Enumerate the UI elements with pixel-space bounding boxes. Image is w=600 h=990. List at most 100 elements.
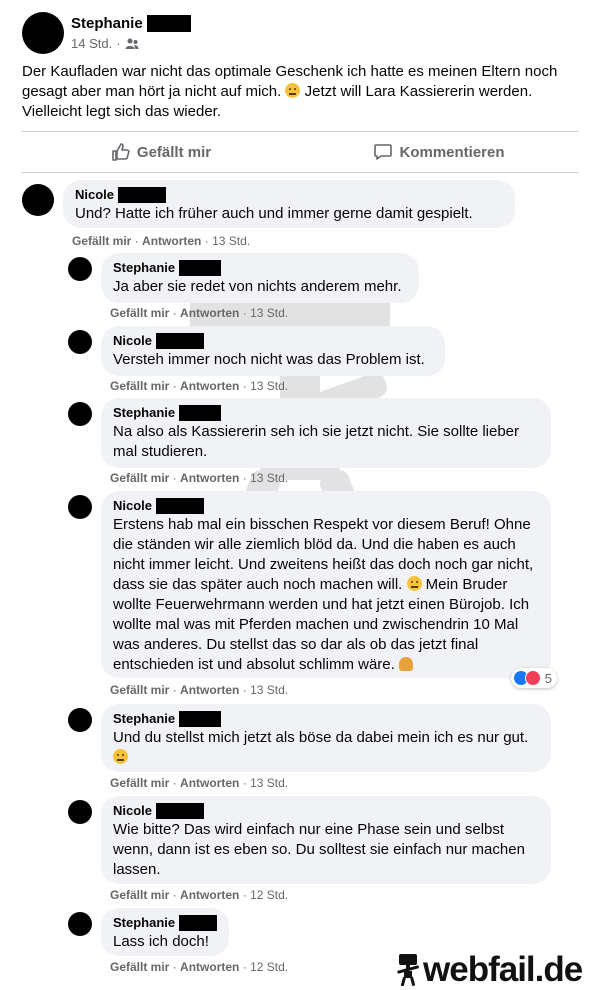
comment-timestamp[interactable]: 12 Std. (250, 888, 288, 902)
post-author[interactable]: Stephanie (71, 15, 191, 32)
separator: · (242, 776, 247, 790)
comment-author[interactable]: Nicole (113, 333, 433, 349)
comment-text: Wie bitte? Das wird einfach nur eine Pha… (113, 821, 525, 878)
comment-text: Und du stellst mich jetzt als böse da da… (113, 728, 539, 768)
avatar[interactable] (68, 495, 92, 519)
comment-like-button[interactable]: Gefällt mir (110, 776, 169, 790)
comment-author-name[interactable]: Stephanie (113, 915, 175, 931)
comment-author[interactable]: Nicole (113, 803, 539, 819)
reaction-count: 5 (544, 670, 552, 686)
comment-author[interactable]: Stephanie (113, 915, 217, 931)
avatar[interactable] (68, 330, 92, 354)
comment-author-name[interactable]: Nicole (75, 187, 114, 203)
comment-timestamp[interactable]: 13 Std. (212, 234, 250, 248)
comment-reply-button[interactable]: Antworten (180, 471, 239, 485)
comment: Nicole Und? Hatte ich früher auch und im… (22, 180, 515, 228)
redaction-bar (179, 711, 222, 727)
comment-author-name[interactable]: Nicole (113, 333, 152, 349)
comment-reply: Stephanie Ja aber sie redet von nichts a… (68, 253, 419, 303)
comment-reply-button[interactable]: Antworten (180, 960, 239, 974)
comment-timestamp[interactable]: 13 Std. (250, 683, 288, 697)
webfail-watermark: webfail.de (395, 950, 583, 990)
confused-face-emoji-icon (113, 749, 128, 764)
avatar[interactable] (68, 912, 92, 936)
avatar[interactable] (22, 184, 54, 216)
comment-author[interactable]: Stephanie (113, 405, 539, 421)
redaction-bar (146, 15, 191, 32)
avatar[interactable] (68, 257, 92, 281)
comment-author[interactable]: Stephanie (113, 260, 407, 276)
reaction-summary[interactable]: 5 (510, 668, 557, 688)
comment-actions: Gefällt mir · Antworten · 12 Std. (110, 888, 288, 902)
avatar[interactable] (68, 402, 92, 426)
comment-author[interactable]: Stephanie (113, 711, 539, 727)
comment-label: Kommentieren (399, 143, 505, 161)
watermark-text: webfail.de (423, 950, 583, 989)
comment-like-button[interactable]: Gefällt mir (110, 379, 169, 393)
comment-author[interactable]: Nicole (75, 187, 503, 203)
comment-timestamp[interactable]: 13 Std. (250, 306, 288, 320)
redaction-bar (179, 405, 222, 421)
separator: · (242, 960, 247, 974)
comment-author-name[interactable]: Nicole (113, 803, 152, 819)
friends-icon (125, 38, 139, 49)
separator: · (116, 36, 121, 51)
comment-like-button[interactable]: Gefällt mir (110, 471, 169, 485)
comment-bubble: Nicole Und? Hatte ich früher auch und im… (63, 180, 515, 228)
comment-bubble: Stephanie Ja aber sie redet von nichts a… (101, 253, 419, 303)
redaction-bar (179, 915, 217, 931)
comment-text: Versteh immer noch nicht was das Problem… (113, 351, 425, 368)
separator: · (172, 471, 177, 485)
redaction-bar (179, 260, 222, 276)
comment-like-button[interactable]: Gefällt mir (110, 888, 169, 902)
avatar[interactable] (68, 800, 92, 824)
comment-timestamp[interactable]: 13 Std. (250, 776, 288, 790)
comment-bubble: Stephanie Und du stellst mich jetzt als … (101, 704, 551, 772)
comment-author-name[interactable]: Stephanie (113, 711, 175, 727)
like-button[interactable]: Gefällt mir (22, 132, 300, 172)
rolling-eyes-emoji-icon (406, 576, 422, 591)
comment-like-button[interactable]: Gefällt mir (110, 960, 169, 974)
comment-like-button[interactable]: Gefällt mir (72, 234, 131, 248)
redaction-bar (156, 803, 205, 819)
neutral-face-emoji-icon (285, 83, 301, 98)
comment-timestamp[interactable]: 12 Std. (250, 960, 288, 974)
comment-bubble: Stephanie Na also als Kassiererin seh ic… (101, 398, 551, 468)
avatar[interactable] (68, 708, 92, 732)
comment-actions: Gefällt mir · Antworten · 12 Std. (110, 960, 288, 974)
like-label: Gefällt mir (136, 143, 212, 161)
post-timestamp[interactable]: 14 Std. (71, 36, 112, 51)
comment-timestamp[interactable]: 13 Std. (250, 379, 288, 393)
comment-author-name[interactable]: Nicole (113, 498, 152, 514)
comment-reply-button[interactable]: Antworten (180, 683, 239, 697)
comment-text: Na also als Kassiererin seh ich sie jetz… (113, 423, 520, 460)
comment-like-button[interactable]: Gefällt mir (110, 306, 169, 320)
comment-actions: Gefällt mir · Antworten · 13 Std. (110, 683, 288, 697)
comment-reply-button[interactable]: Antworten (180, 379, 239, 393)
comment-reply-button[interactable]: Antworten (180, 776, 239, 790)
separator: · (242, 683, 247, 697)
comment-author-name[interactable]: Stephanie (113, 260, 175, 276)
comment-author-name[interactable]: Stephanie (113, 405, 175, 421)
comment-actions: Gefällt mir · Antworten · 13 Std. (110, 471, 288, 485)
separator: · (242, 471, 247, 485)
comment-reply-button[interactable]: Antworten (142, 234, 201, 248)
comment-text: Erstens hab mal ein bisschen Respekt vor… (113, 515, 539, 675)
comment-reply-button[interactable]: Antworten (180, 306, 239, 320)
post-author-name[interactable]: Stephanie (71, 15, 143, 32)
comment-like-button[interactable]: Gefällt mir (110, 683, 169, 697)
separator: · (134, 234, 139, 248)
comment-button[interactable]: Kommentieren (300, 132, 578, 172)
separator: · (172, 888, 177, 902)
comment-bubble: Nicole Wie bitte? Das wird einfach nur e… (101, 796, 551, 884)
comment-text: Ja aber sie redet von nichts anderem meh… (113, 278, 402, 295)
comment-reply: Stephanie Na also als Kassiererin seh ic… (68, 398, 551, 468)
separator: · (172, 683, 177, 697)
comment-timestamp[interactable]: 13 Std. (250, 471, 288, 485)
comment-reply: Nicole Erstens hab mal ein bisschen Resp… (68, 491, 557, 688)
comment-reply: Nicole Wie bitte? Das wird einfach nur e… (68, 796, 551, 884)
comment-author[interactable]: Nicole (113, 498, 539, 514)
separator: · (172, 306, 177, 320)
avatar[interactable] (22, 12, 64, 54)
comment-reply-button[interactable]: Antworten (180, 888, 239, 902)
